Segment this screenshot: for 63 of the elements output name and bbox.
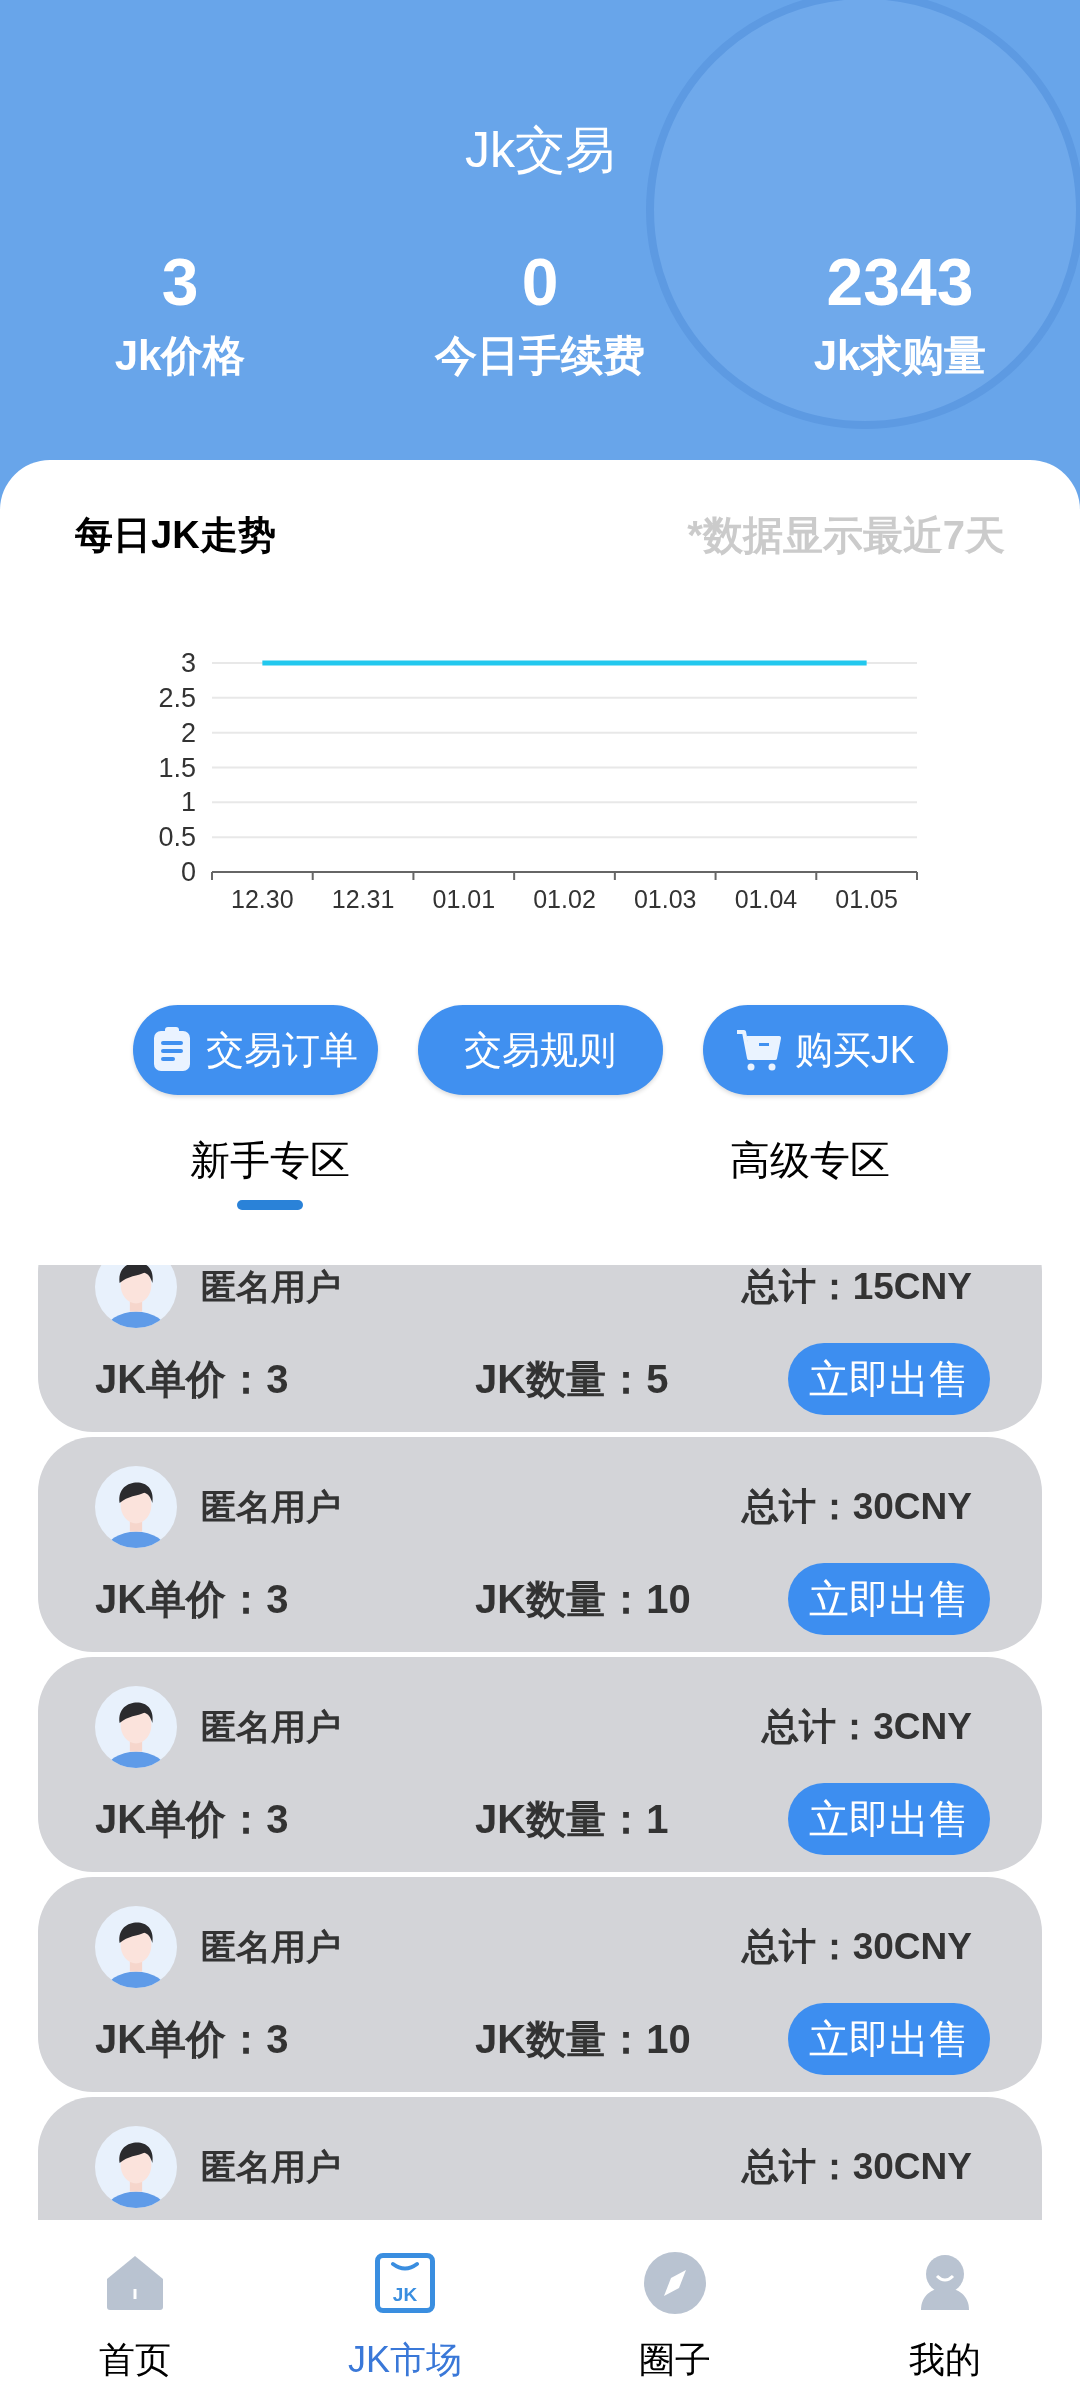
- stat-value: 2343: [826, 244, 974, 321]
- action-button[interactable]: 交易规则: [417, 1005, 663, 1095]
- axis-label: 3: [180, 648, 196, 678]
- stat-value: 3: [161, 244, 199, 321]
- axis-label: 2: [180, 717, 196, 748]
- action-button[interactable]: 交易订单: [132, 1005, 378, 1095]
- sell-button[interactable]: 立即出售: [788, 1343, 990, 1415]
- order-total: 总计：30CNY: [741, 1485, 972, 1530]
- user-name: 匿名用户: [201, 1485, 341, 1528]
- sell-button[interactable]: 立即出售: [788, 2003, 990, 2075]
- order-total: 总计：30CNY: [741, 1925, 972, 1970]
- axis-label: 01.04: [734, 885, 798, 913]
- stat-label: Jk价格: [114, 331, 246, 381]
- tab[interactable]: 高级专区: [730, 1135, 890, 1210]
- user-name: 匿名用户: [201, 1925, 341, 1968]
- user-name: 匿名用户: [201, 1705, 341, 1748]
- icon-label: JK: [392, 2284, 418, 2306]
- unit-price: JK单价：3: [95, 1356, 290, 1403]
- avatar-icon: [95, 1686, 177, 1768]
- axis-label: 12.30: [231, 885, 294, 913]
- user-name: 匿名用户: [201, 2145, 341, 2188]
- sell-button[interactable]: 立即出售: [788, 1563, 990, 1635]
- nav-item[interactable]: JK JK市场: [270, 2220, 540, 2408]
- nav-item[interactable]: 圈子: [540, 2220, 810, 2408]
- unit-price: JK单价：3: [95, 1796, 290, 1843]
- axis-label: 12.31: [331, 885, 395, 913]
- sell-button[interactable]: 立即出售: [788, 1783, 990, 1855]
- compass-icon: [644, 2252, 706, 2314]
- axis-label: 01.01: [432, 885, 496, 913]
- axis-label: 1: [180, 787, 196, 818]
- nav-item[interactable]: 首页: [0, 2220, 270, 2408]
- stat-value: 0: [521, 244, 559, 321]
- axis-label: 01.05: [835, 885, 898, 913]
- cart-icon: [734, 1028, 781, 1072]
- user-name: 匿名用户: [201, 1265, 341, 1308]
- page-title: Jk交易: [464, 121, 616, 180]
- avatar-icon: [95, 1466, 177, 1548]
- chart-title: 每日JK走势: [75, 512, 276, 558]
- quantity: JK数量：5: [475, 1356, 669, 1403]
- smile-icon: [390, 2261, 420, 2271]
- axis-label: 2.5: [158, 682, 196, 713]
- clipboard-icon: [152, 1027, 192, 1073]
- axis-label: 01.02: [533, 885, 596, 913]
- nav-item[interactable]: 我的: [810, 2220, 1080, 2408]
- avatar-icon: [95, 1265, 177, 1328]
- home-icon: [105, 2253, 165, 2313]
- order-total: 总计：30CNY: [741, 2145, 972, 2190]
- axis-label: 01.03: [633, 885, 697, 913]
- quantity: JK数量：10: [475, 1576, 691, 1623]
- action-button[interactable]: 购买JK: [702, 1005, 948, 1095]
- quantity: JK数量：1: [475, 1796, 669, 1843]
- unit-price: JK单价：3: [95, 1576, 290, 1623]
- axis-label: 0.5: [158, 822, 196, 853]
- unit-price: JK单价：3: [95, 2016, 290, 2063]
- quantity: JK数量：10: [475, 2016, 691, 2063]
- order-total: 总计：3CNY: [762, 1705, 972, 1750]
- axis-label: 0: [180, 857, 196, 887]
- tab[interactable]: 新手专区: [190, 1135, 350, 1210]
- stat-label: 今日手续费: [435, 331, 645, 381]
- order-total: 总计：15CNY: [741, 1265, 972, 1310]
- axis-label: 1.5: [158, 752, 196, 783]
- stat-label: Jk求购量: [813, 331, 987, 381]
- avatar-icon: [95, 1906, 177, 1988]
